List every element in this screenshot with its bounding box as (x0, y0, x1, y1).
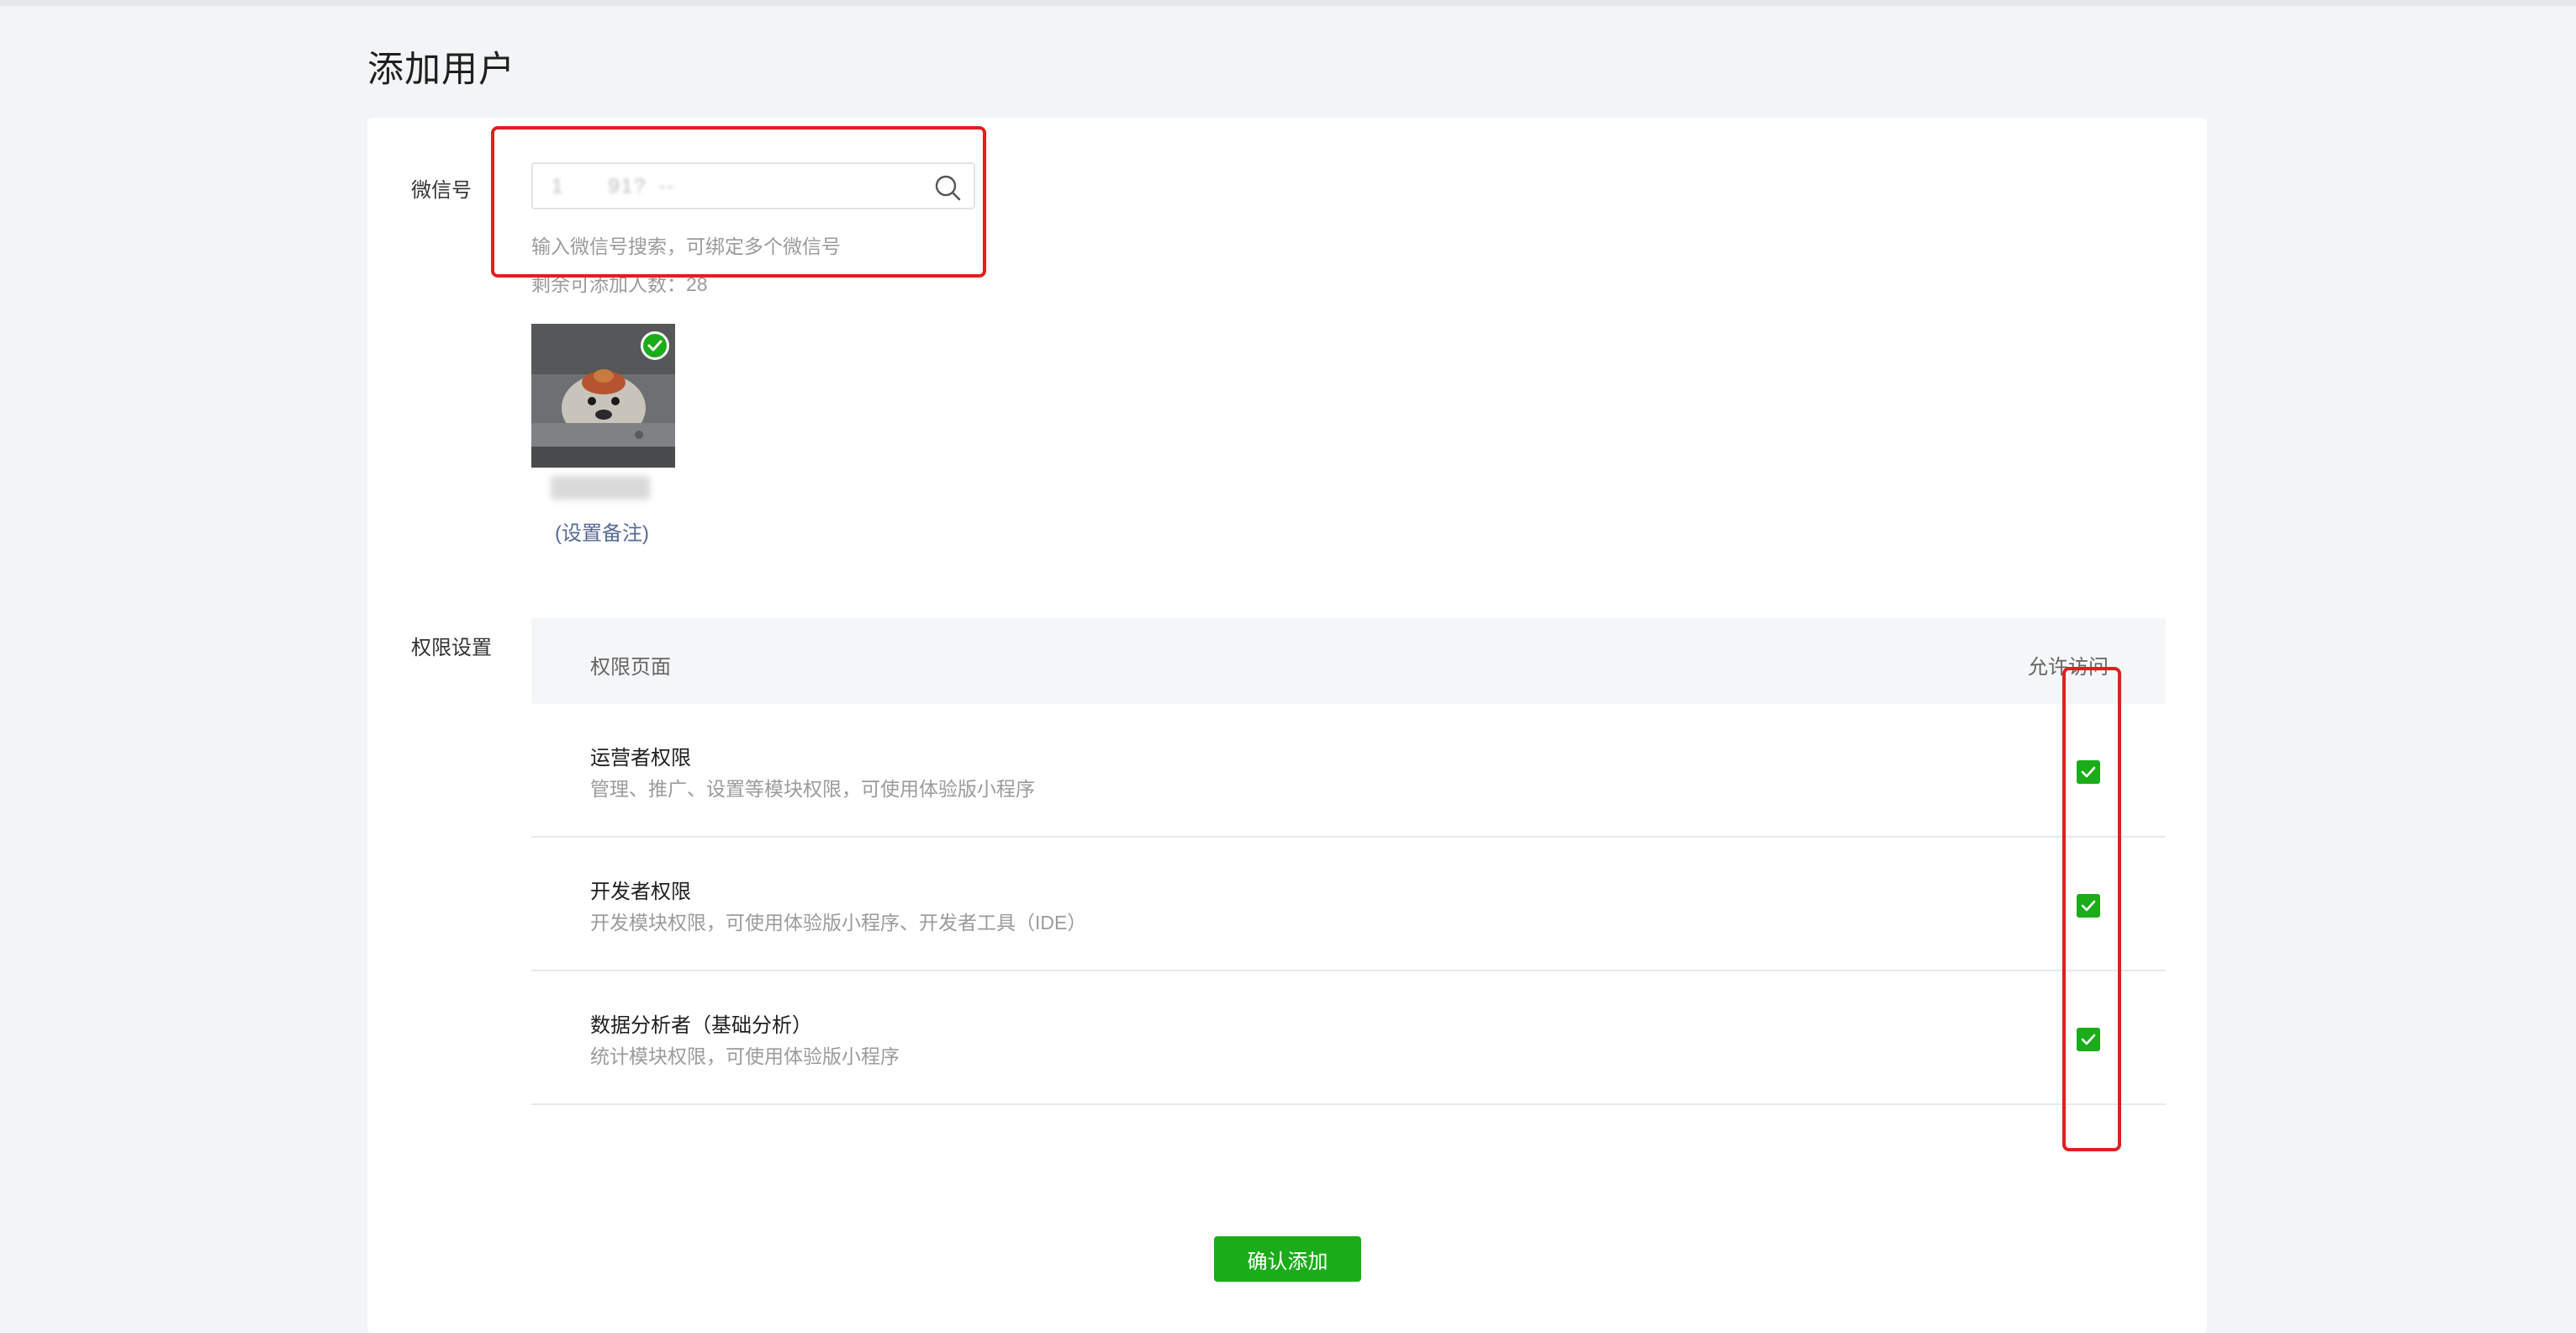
user-nickname-blurred (551, 476, 650, 500)
allow-checkbox-operator[interactable] (2077, 760, 2100, 784)
permission-table: 权限页面 允许访问 运营者权限 管理、推广、设置等模块权限，可使用体验版小程序 … (531, 618, 2166, 1105)
permission-title: 开发者权限 (590, 881, 691, 903)
checkmark-icon (2081, 766, 2096, 778)
page-title: 添加用户 (367, 50, 515, 90)
column-header-allow: 允许访问 (2028, 656, 2109, 679)
permission-row-analyst: 数据分析者（基础分析） 统计模块权限，可使用体验版小程序 (531, 971, 2166, 1105)
column-header-page: 权限页面 (590, 656, 671, 679)
confirm-add-button[interactable]: 确认添加 (1214, 1236, 1361, 1282)
search-hint: 输入微信号搜索，可绑定多个微信号 (531, 235, 841, 257)
selected-check-icon (641, 331, 669, 360)
checkmark-icon (2081, 1034, 2096, 1045)
wechat-search-input[interactable]: 1 91? -- (531, 162, 975, 209)
remaining-count: 剩余可添加人数：28 (531, 273, 708, 295)
permission-desc: 管理、推广、设置等模块权限，可使用体验版小程序 (590, 778, 1035, 800)
permission-table-header: 权限页面 允许访问 (531, 618, 2166, 704)
permission-desc: 开发模块权限，可使用体验版小程序、开发者工具（IDE） (590, 912, 1087, 934)
wechat-label: 微信号 (411, 179, 472, 202)
search-input-value: 1 91? -- (552, 175, 676, 198)
checkmark-icon (2081, 900, 2096, 912)
permission-row-developer: 开发者权限 开发模块权限，可使用体验版小程序、开发者工具（IDE） (531, 838, 2166, 971)
search-icon[interactable] (933, 173, 962, 202)
permission-title: 运营者权限 (590, 747, 691, 770)
top-divider (0, 0, 2576, 6)
permission-label: 权限设置 (411, 637, 492, 659)
set-remark-link[interactable]: (设置备注) (555, 516, 649, 546)
permission-desc: 统计模块权限，可使用体验版小程序 (590, 1045, 900, 1067)
allow-checkbox-developer[interactable] (2077, 894, 2100, 918)
permission-title: 数据分析者（基础分析） (590, 1014, 812, 1037)
permission-row-operator: 运营者权限 管理、推广、设置等模块权限，可使用体验版小程序 (531, 704, 2166, 838)
allow-checkbox-analyst[interactable] (2077, 1028, 2100, 1051)
